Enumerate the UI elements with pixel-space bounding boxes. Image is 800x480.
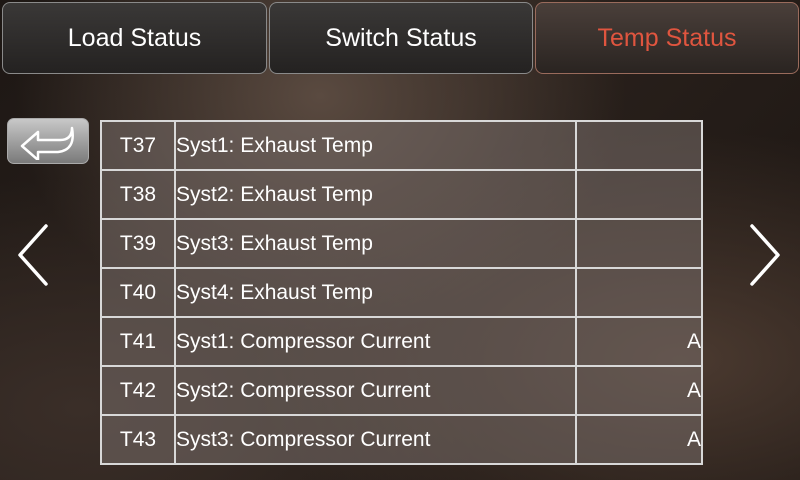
- row-name: Syst1: Compressor Current: [174, 316, 577, 367]
- chevron-right-icon[interactable]: [744, 222, 784, 288]
- row-name: Syst1: Exhaust Temp: [174, 120, 577, 171]
- table-row: T38 Syst2: Exhaust Temp: [100, 169, 703, 220]
- row-id: T38: [100, 169, 176, 220]
- tab-switch-status[interactable]: Switch Status: [269, 2, 533, 74]
- row-value: [575, 218, 703, 269]
- table-row: T39 Syst3: Exhaust Temp: [100, 218, 703, 269]
- table-row: T43 Syst3: Compressor Current A: [100, 414, 703, 465]
- row-id: T37: [100, 120, 176, 171]
- row-value: [575, 120, 703, 171]
- row-name: Syst3: Exhaust Temp: [174, 218, 577, 269]
- return-arrow-icon: [20, 126, 74, 160]
- row-name: Syst3: Compressor Current: [174, 414, 577, 465]
- row-id: T39: [100, 218, 176, 269]
- row-value: [575, 267, 703, 318]
- row-name: Syst2: Exhaust Temp: [174, 169, 577, 220]
- row-value: [575, 169, 703, 220]
- row-name: Syst2: Compressor Current: [174, 365, 577, 416]
- table-row: T40 Syst4: Exhaust Temp: [100, 267, 703, 318]
- row-value: A: [575, 316, 703, 367]
- row-id: T42: [100, 365, 176, 416]
- row-value: A: [575, 414, 703, 465]
- table-row: T41 Syst1: Compressor Current A: [100, 316, 703, 367]
- temp-status-table: T37 Syst1: Exhaust Temp T38 Syst2: Exhau…: [100, 120, 703, 465]
- table-row: T37 Syst1: Exhaust Temp: [100, 120, 703, 171]
- row-id: T41: [100, 316, 176, 367]
- row-value: A: [575, 365, 703, 416]
- row-name: Syst4: Exhaust Temp: [174, 267, 577, 318]
- back-button[interactable]: [7, 118, 89, 164]
- tab-bar: Load Status Switch Status Temp Status: [0, 0, 800, 78]
- table-row: T42 Syst2: Compressor Current A: [100, 365, 703, 416]
- chevron-left-icon[interactable]: [14, 222, 54, 288]
- row-id: T43: [100, 414, 176, 465]
- tab-temp-status[interactable]: Temp Status: [535, 2, 799, 74]
- tab-load-status[interactable]: Load Status: [2, 2, 267, 74]
- row-id: T40: [100, 267, 176, 318]
